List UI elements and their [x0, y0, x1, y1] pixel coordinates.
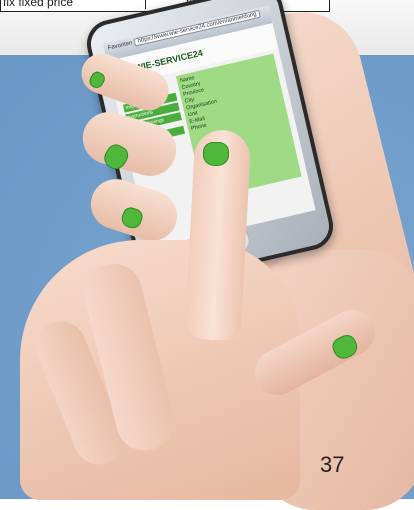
- header-table-cell-1: fix fixed price: [1, 0, 146, 9]
- browser-tab-label[interactable]: Favoriten: [107, 40, 133, 51]
- page-number: 37: [320, 452, 345, 477]
- green-nail: [203, 142, 229, 166]
